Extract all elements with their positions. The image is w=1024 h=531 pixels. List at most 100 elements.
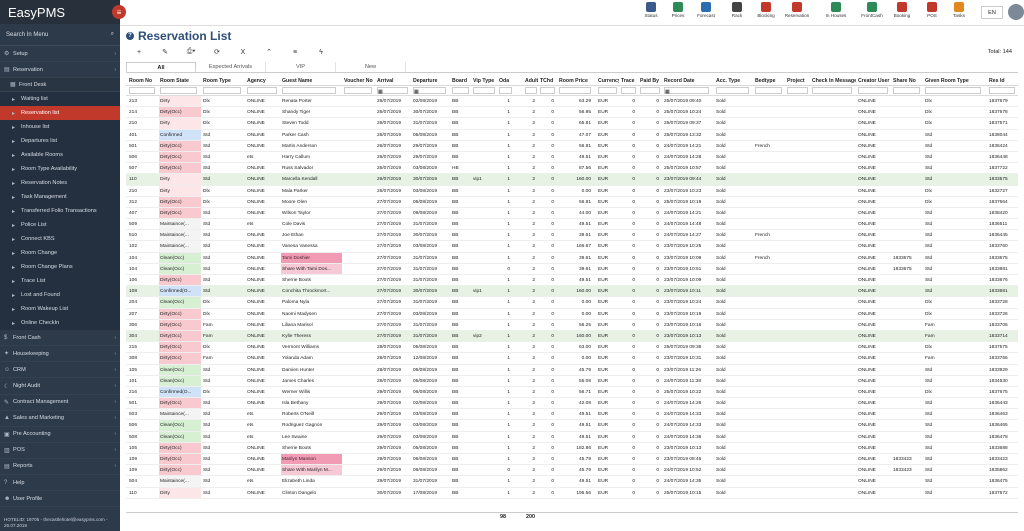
table-row[interactable]: 506 Clean(Occ) Std ets Rodriguez Gagnon 29/07… [126, 420, 1018, 432]
table-row[interactable]: 101 Clean(Occ) Std ONLINE James Charles 28/07… [126, 375, 1018, 387]
column-header[interactable]: Departure [412, 76, 450, 85]
column-header[interactable]: Record Date [663, 76, 714, 85]
nav-item-contract-management[interactable]: ✎ Contract Management › [0, 395, 120, 411]
nav-item-front-desk[interactable]: ▦ Front Desk [0, 78, 120, 93]
filter-input[interactable] [282, 87, 336, 94]
column-header[interactable]: Bedtype [754, 76, 785, 85]
collapse-icon[interactable]: ⌃ [256, 48, 282, 56]
table-row[interactable]: 510 Maintaince(... Std ONLINE Joe Ethan 27/07… [126, 230, 1018, 242]
table-row[interactable]: 106 Dirty(Occ) Std ONLINE Sherrie Boots 27/07… [126, 275, 1018, 287]
filter-input[interactable] [452, 87, 470, 94]
nav-item-transferred-folio-transactions[interactable]: ▸ Transferred Folio Transactions [0, 204, 120, 219]
table-row[interactable]: 104 Clean(Occ) Std ONLINE Share With Tami Do… [126, 263, 1018, 275]
nav-item-room-change-plans[interactable]: ▸ Room Change Plans [0, 260, 120, 275]
nav-item-front-cash[interactable]: $ Front Cash › [0, 330, 120, 347]
table-row[interactable]: 207 Dirty(Occ) Dlx ONLINE Naomi Madysen 27/07… [126, 308, 1018, 320]
filter-input[interactable] [499, 87, 512, 94]
column-header[interactable]: Vip Type [472, 76, 497, 85]
nav-item-room-change[interactable]: ▸ Room Change [0, 246, 120, 261]
filter-input[interactable] [598, 87, 617, 94]
filter-input[interactable] [787, 87, 808, 94]
table-row[interactable]: 215 Dirty(Occ) Dlx ONLINE Vermont Williams 28… [126, 342, 1018, 354]
table-row[interactable]: 109 Dirty(Occ) Std ONLINE Marilyn Manson 29/0… [126, 454, 1018, 466]
table-row[interactable]: 105 Clean(Occ) Std ONLINE Damien Hunter 28/07… [126, 364, 1018, 376]
nav-item-room-type-availability[interactable]: ▸ Room Type Availability [0, 162, 120, 177]
nav-item-trace-list[interactable]: ▸ Trace List [0, 274, 120, 289]
table-row[interactable]: 102 Maintaince(... Std ONLINE Vanesa Vanessa… [126, 241, 1018, 253]
column-header[interactable]: Room Type [202, 76, 245, 85]
topbar-prices-button[interactable]: Prices [665, 2, 691, 18]
column-header[interactable]: TChd [539, 76, 557, 85]
column-header[interactable]: Currency [597, 76, 619, 85]
topbar-reservation-button[interactable]: Reservation [784, 2, 810, 18]
filter-input[interactable] [525, 87, 537, 94]
table-row[interactable]: 210 Dirty Dlx ONLINE Mala Parker 26/07/2019 03… [126, 185, 1018, 197]
filter-input[interactable] [203, 87, 241, 94]
nav-item-setup[interactable]: ⚙ Setup › [0, 46, 120, 63]
table-row[interactable]: 508 Clean(Occ) Std ets Lee Swaine 29/07/2019 0… [126, 431, 1018, 443]
nav-item-room-wakeup-list[interactable]: ▸ Room Wakeup List [0, 302, 120, 317]
nav-item-lost-and-found[interactable]: ▸ Lost and Found [0, 288, 120, 303]
table-row[interactable]: 216 Confirmed(O... Dlx ONLINE Werner Willis 2… [126, 386, 1018, 399]
column-header[interactable]: Acc. Type [715, 76, 753, 85]
filter-input[interactable] [893, 87, 920, 94]
table-row[interactable]: 304 Dirty(Occ) Fam ONLINE Kylie Theress 27/07… [126, 330, 1018, 343]
nav-item-task-management[interactable]: ▸ Task Management [0, 190, 120, 205]
menu-icon[interactable]: ≡ [282, 49, 308, 56]
column-header[interactable]: Given Room Type [924, 76, 987, 85]
language-select[interactable]: EN [981, 6, 1003, 19]
table-row[interactable]: 306 Dirty(Occ) Fam ONLINE Liliana Marisol 27/… [126, 319, 1018, 331]
table-row[interactable]: 210 Dirty Dlx ONLINE Steven Todd 26/07/2019 31… [126, 118, 1018, 130]
table-row[interactable]: 501 Dirty(Occ) Std ONLINE Isla Bethany 29/07/… [126, 398, 1018, 410]
column-header[interactable]: Room No [128, 76, 158, 85]
menu-search[interactable]: Search In Menu ⌕ [0, 24, 120, 46]
table-row[interactable]: 110 Dirty Std ONLINE Clinton Dangelo 30/07/20… [126, 487, 1018, 499]
column-header[interactable]: Adult [524, 76, 538, 85]
calendar-icon[interactable]: ▦ [413, 87, 447, 95]
avatar[interactable] [1008, 4, 1024, 20]
nav-item-online-checkin[interactable]: ▸ Online CheckIn [0, 316, 120, 331]
column-header[interactable]: Paid By [639, 76, 662, 85]
table-row[interactable]: 105 Dirty(Occ) Std ONLINE Sherrie Boots 29/07… [126, 442, 1018, 454]
nav-item-sales-and-marketing[interactable]: ▲ Sales and Marketing › [0, 411, 120, 427]
nav-item-reservation-notes[interactable]: ▸ Reservation Notes [0, 176, 120, 191]
nav-item-pos[interactable]: ▥ POS › [0, 443, 120, 459]
topbar-status-button[interactable]: Status [638, 2, 664, 18]
filter-input[interactable] [559, 87, 591, 94]
table-row[interactable]: 501 Dirty(Occ) Std ONLINE Martin Anderson 26/… [126, 140, 1018, 152]
table-row[interactable]: 401 Confirmed Std ONLINE Parker Cash 26/07/20… [126, 129, 1018, 141]
add-icon[interactable]: + [126, 49, 152, 56]
column-header[interactable]: Agency [246, 76, 280, 85]
table-row[interactable]: 109 Dirty(Occ) Std ONLINE Share With Marilyn… [126, 465, 1018, 477]
column-header[interactable]: Project [786, 76, 810, 85]
nav-item-night-audit[interactable]: ☾ Night Audit › [0, 378, 120, 395]
tab-all[interactable]: All [126, 62, 196, 72]
tab-vip[interactable]: VIP [266, 62, 336, 72]
filter-input[interactable] [812, 87, 852, 94]
filter-input[interactable] [247, 87, 277, 94]
menu-toggle-icon[interactable]: ≡ [112, 5, 126, 19]
nav-item-inhouse-list[interactable]: ▸ Inhouse list [0, 120, 120, 135]
topbar-forecast-button[interactable]: Forecast [693, 2, 719, 18]
nav-item-police-list[interactable]: ▸ Police List [0, 218, 120, 233]
table-row[interactable]: 308 Dirty(Occ) Fam ONLINE Yolanda Adam 28/07/… [126, 353, 1018, 365]
refresh-icon[interactable]: ⟳ [204, 48, 230, 56]
column-header[interactable]: Res Id [988, 76, 1018, 85]
help-icon[interactable]: ? [126, 32, 134, 40]
filter-input[interactable] [540, 87, 556, 94]
filter-input[interactable] [640, 87, 660, 94]
column-header[interactable]: Room Price [558, 76, 594, 85]
filter-input[interactable] [989, 87, 1016, 94]
table-row[interactable]: 110 Dirty Std ONLINE Marcella Kendall 26/07/2… [126, 174, 1018, 186]
table-row[interactable]: 504 Maintaince(... Std ets Elizabeth Linda 29… [126, 476, 1018, 488]
print-icon[interactable]: ⎙▾ [178, 48, 204, 56]
filter-input[interactable] [858, 87, 888, 94]
column-header[interactable]: Trace [620, 76, 638, 85]
nav-item-crm[interactable]: ☺ CRM › [0, 362, 120, 379]
column-header[interactable]: Oda [498, 76, 513, 85]
filter-input[interactable] [473, 87, 495, 94]
nav-item-departures-list[interactable]: ▸ Departures list [0, 134, 120, 149]
nav-item-reservation-list[interactable]: ▸ Reservation list [0, 106, 120, 121]
nav-item-reservation[interactable]: ▤ Reservation › [0, 62, 120, 79]
filter-input[interactable] [755, 87, 782, 94]
